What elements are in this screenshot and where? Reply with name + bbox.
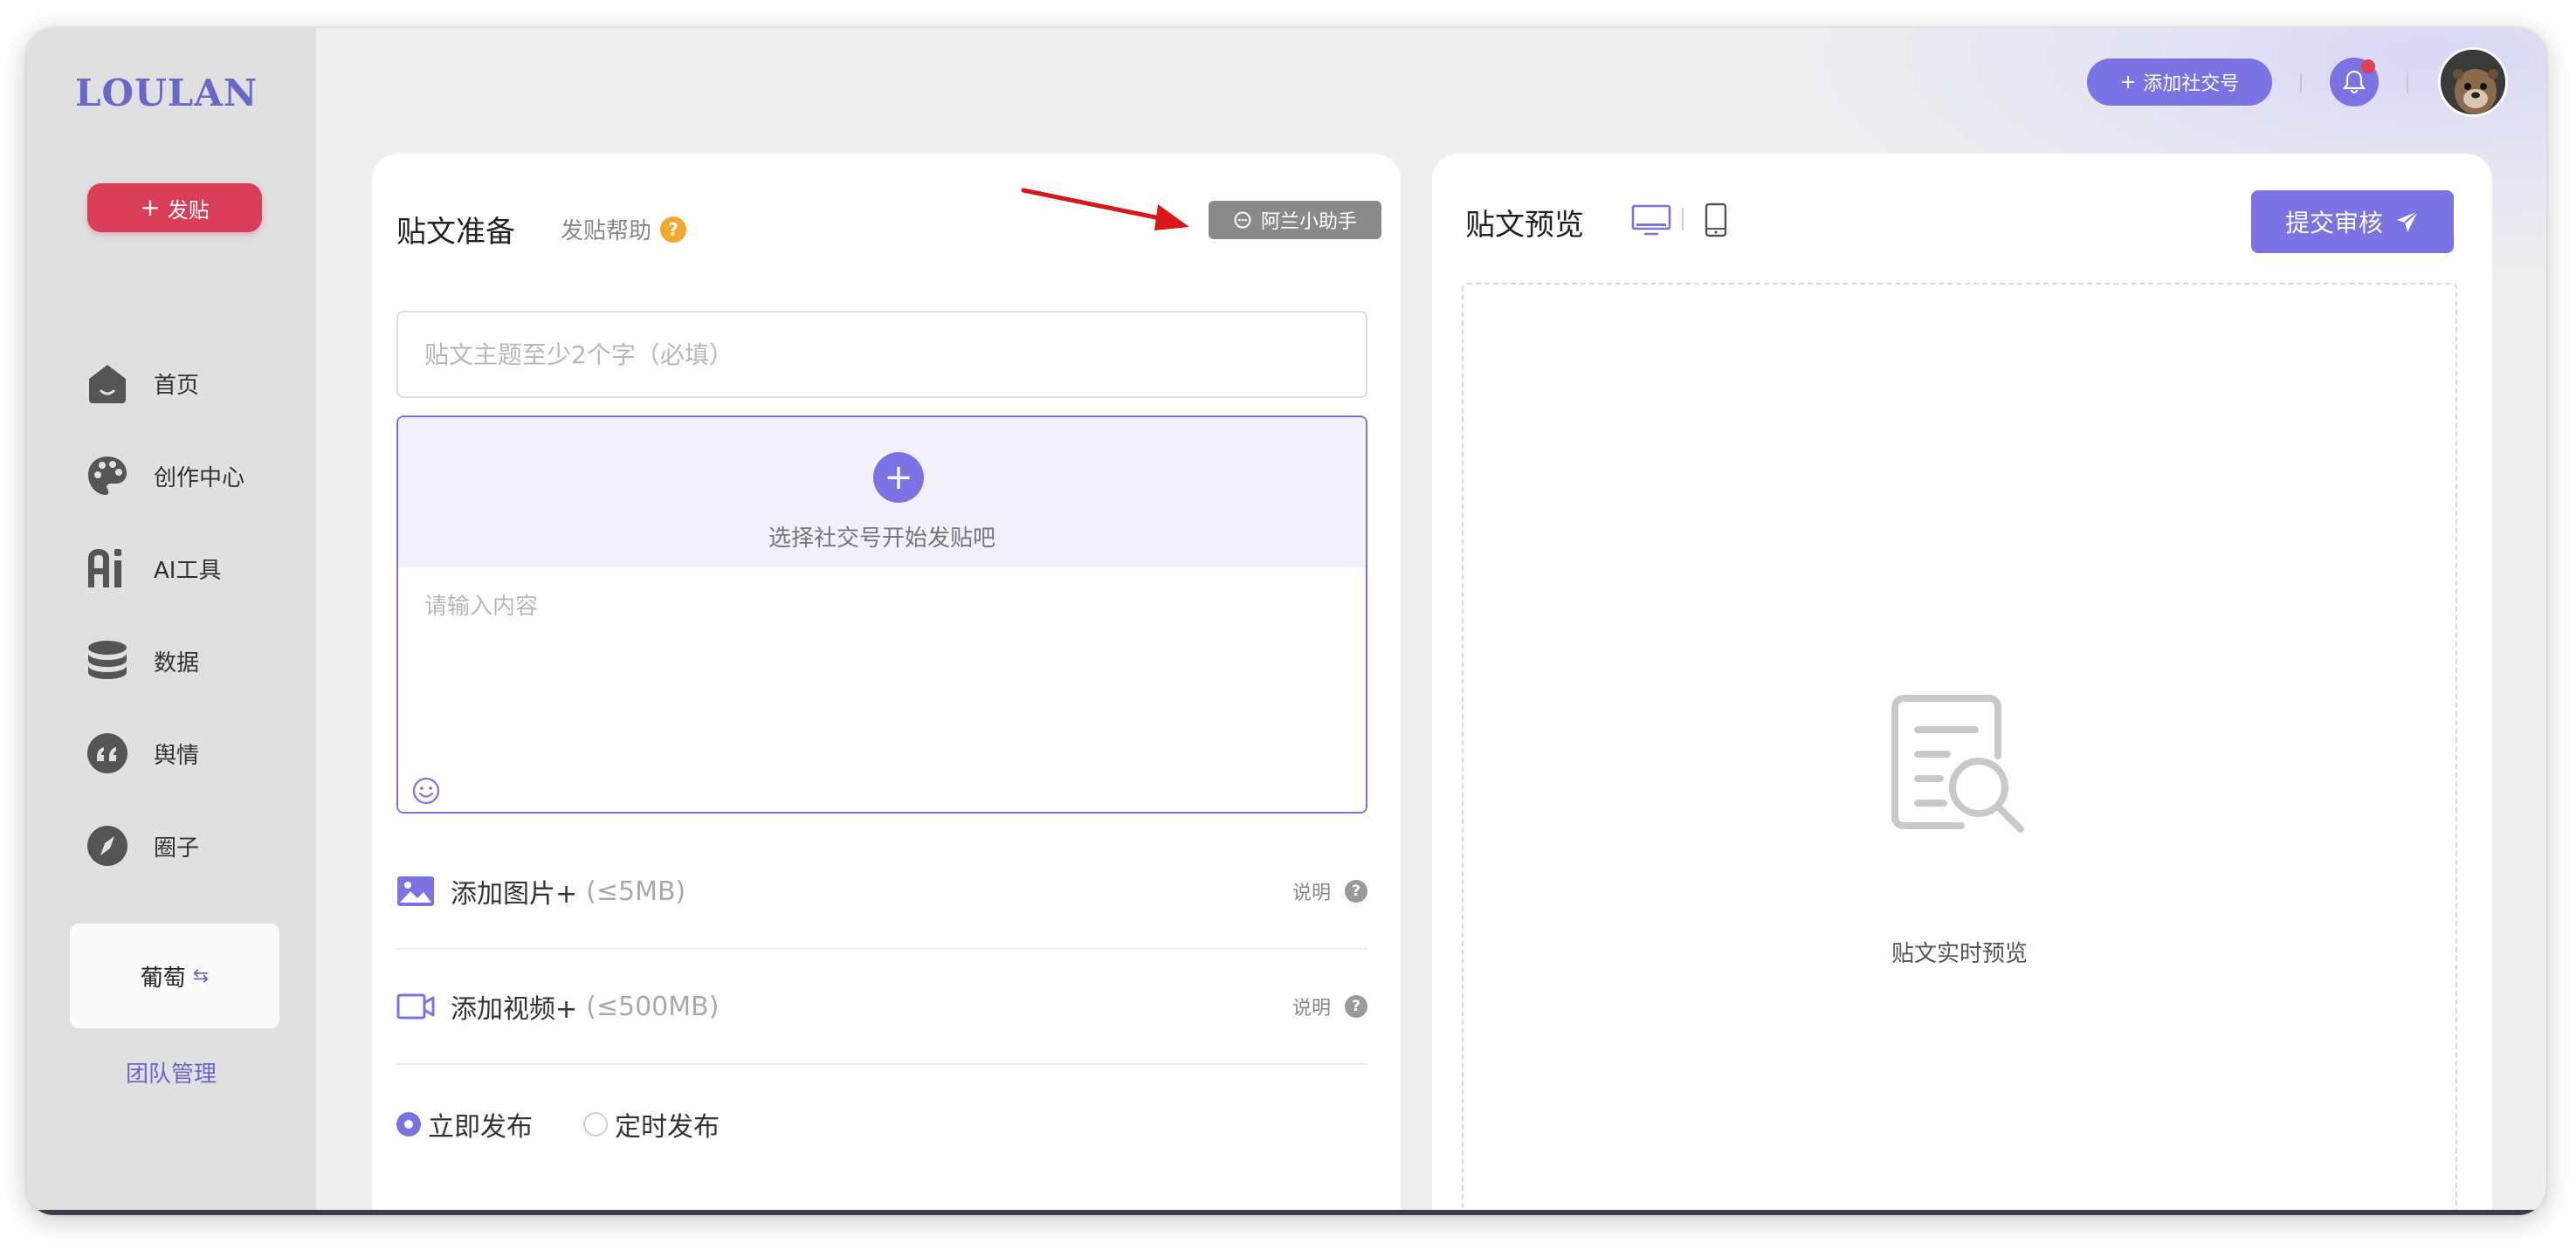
notification-button[interactable] bbox=[2330, 58, 2379, 106]
mobile-preview-icon[interactable] bbox=[1705, 203, 1727, 237]
video-size-limit: (≤500MB) bbox=[586, 991, 720, 1022]
assistant-label: 阿兰小助手 bbox=[1260, 211, 1357, 233]
preview-title: 贴文预览 bbox=[1465, 208, 1584, 243]
sidebar-item-creation[interactable]: 创作中心 bbox=[86, 429, 245, 522]
compose-title: 贴文准备 bbox=[396, 215, 515, 250]
image-desc-link[interactable]: 说明 ? bbox=[1292, 877, 1367, 905]
radio-unchecked-icon bbox=[583, 1112, 608, 1137]
content-editor: + 选择社交号开始发贴吧 bbox=[396, 416, 1367, 814]
desktop-preview-icon[interactable] bbox=[1631, 204, 1671, 236]
swap-icon: ⇆ bbox=[192, 965, 210, 987]
add-social-label: 添加社交号 bbox=[2143, 73, 2240, 95]
chat-icon bbox=[1234, 211, 1251, 229]
preview-frame: 贴文实时预览 bbox=[1462, 283, 2457, 1215]
publish-mode-group: 立即发布 定时发布 bbox=[396, 1105, 770, 1144]
sidebar: LOULAN + 发贴 首页 创作中心 AI工具 数据 舆情 圈子 葡萄 ⇆ 团… bbox=[26, 28, 316, 1215]
post-help-link[interactable]: 发贴帮助 ? bbox=[561, 213, 687, 245]
emoji-icon[interactable] bbox=[410, 775, 442, 807]
logo: LOULAN bbox=[75, 72, 258, 114]
app-window: LOULAN + 发贴 首页 创作中心 AI工具 数据 舆情 圈子 葡萄 ⇆ 团… bbox=[26, 28, 2546, 1215]
select-account-text: 选择社交号开始发贴吧 bbox=[768, 525, 995, 552]
quote-icon bbox=[86, 731, 129, 775]
sidebar-item-data[interactable]: 数据 bbox=[86, 615, 245, 707]
video-icon bbox=[396, 992, 435, 1020]
submit-review-label: 提交审核 bbox=[2284, 209, 2383, 237]
compose-panel: 贴文准备 发贴帮助 ? 阿兰小助手 + 选择社交号开始发贴吧 添加 bbox=[372, 154, 1401, 1215]
question-icon: ? bbox=[1345, 995, 1367, 1018]
palette-icon bbox=[86, 454, 129, 498]
publish-now-radio[interactable]: 立即发布 bbox=[396, 1105, 533, 1144]
add-account-icon[interactable]: + bbox=[873, 452, 924, 503]
sidebar-item-label: 舆情 bbox=[154, 742, 200, 769]
header-divider bbox=[2300, 73, 2302, 93]
sidebar-item-label: 创作中心 bbox=[154, 464, 245, 491]
sidebar-item-label: AI工具 bbox=[154, 557, 222, 584]
document-search-icon bbox=[1891, 695, 2024, 833]
sidebar-item-label: 数据 bbox=[154, 649, 200, 677]
team-switcher[interactable]: 葡萄 ⇆ bbox=[70, 924, 279, 1028]
sidebar-item-sentiment[interactable]: 舆情 bbox=[86, 707, 245, 800]
ai-icon bbox=[86, 546, 129, 590]
publish-now-label: 立即发布 bbox=[428, 1112, 533, 1143]
user-avatar[interactable] bbox=[2438, 47, 2508, 117]
sidebar-item-ai-tools[interactable]: AI工具 bbox=[86, 522, 245, 615]
preview-empty-text: 贴文实时预览 bbox=[1891, 941, 2028, 967]
new-post-button[interactable]: + 发贴 bbox=[87, 183, 262, 232]
topic-input[interactable] bbox=[396, 311, 1367, 398]
publish-scheduled-label: 定时发布 bbox=[615, 1112, 720, 1143]
compass-icon bbox=[86, 824, 129, 868]
team-name: 葡萄 bbox=[140, 965, 186, 992]
plus-icon: + bbox=[140, 193, 161, 222]
sidebar-item-circle[interactable]: 圈子 bbox=[86, 800, 245, 892]
preview-panel: 贴文预览 提交审核 贴文实时预览 bbox=[1432, 154, 2492, 1215]
content-textarea[interactable] bbox=[398, 567, 1366, 812]
assistant-button[interactable]: 阿兰小助手 bbox=[1209, 201, 1381, 239]
desc-label: 说明 bbox=[1291, 883, 1331, 904]
new-post-label: 发贴 bbox=[167, 197, 210, 223]
add-video-label: 添加视频+ bbox=[451, 994, 578, 1025]
send-icon bbox=[2397, 210, 2419, 232]
sidebar-item-label: 首页 bbox=[154, 372, 200, 399]
desc-label: 说明 bbox=[1291, 998, 1331, 1020]
select-account-area[interactable]: + 选择社交号开始发贴吧 bbox=[398, 417, 1366, 567]
question-icon: ? bbox=[660, 216, 687, 243]
database-icon bbox=[86, 639, 129, 683]
add-video-row[interactable]: 添加视频+ (≤500MB) 说明 ? bbox=[396, 950, 1367, 1065]
image-icon bbox=[396, 876, 435, 907]
add-image-label: 添加图片+ bbox=[451, 879, 578, 910]
device-divider bbox=[1682, 208, 1684, 230]
sidebar-item-home[interactable]: 首页 bbox=[86, 337, 245, 429]
post-help-label: 发贴帮助 bbox=[561, 218, 652, 244]
video-desc-link[interactable]: 说明 ? bbox=[1292, 992, 1367, 1020]
add-image-row[interactable]: 添加图片+ (≤5MB) 说明 ? bbox=[396, 834, 1367, 950]
arrow-annotation bbox=[1021, 188, 1189, 230]
home-icon bbox=[86, 361, 129, 405]
sidebar-nav: 首页 创作中心 AI工具 数据 舆情 圈子 bbox=[86, 337, 245, 892]
window-bottom-edge bbox=[26, 1210, 2546, 1215]
bell-icon bbox=[2342, 70, 2366, 94]
add-social-account-button[interactable]: + 添加社交号 bbox=[2087, 58, 2272, 106]
header-divider bbox=[2407, 73, 2408, 93]
team-manage-link[interactable]: 团队管理 bbox=[26, 1056, 316, 1089]
question-icon: ? bbox=[1345, 880, 1367, 903]
image-size-limit: (≤5MB) bbox=[586, 876, 686, 907]
plus-icon: + bbox=[2119, 71, 2137, 93]
notification-badge bbox=[2361, 59, 2375, 73]
sidebar-item-label: 圈子 bbox=[154, 834, 200, 862]
submit-review-button[interactable]: 提交审核 bbox=[2251, 190, 2454, 253]
radio-checked-icon bbox=[396, 1112, 421, 1137]
publish-scheduled-radio[interactable]: 定时发布 bbox=[583, 1105, 720, 1144]
